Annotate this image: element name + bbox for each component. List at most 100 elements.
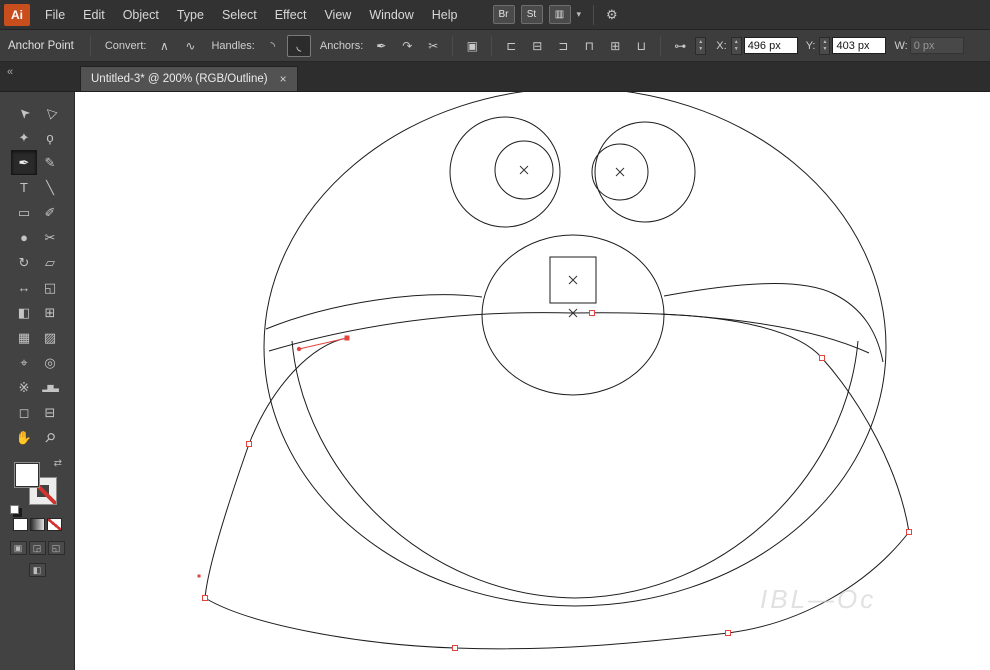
separator: [491, 35, 493, 56]
anchor-point-size-button[interactable]: ⊶: [668, 35, 692, 57]
draw-inside-button[interactable]: ◱: [47, 541, 65, 555]
rotate-tool[interactable]: ↻: [11, 250, 37, 275]
color-button[interactable]: [12, 518, 28, 531]
symbol-sprayer-tool[interactable]: ※: [11, 375, 37, 400]
smile-arc[interactable]: [291, 340, 859, 599]
hand-tool[interactable]: ✋: [11, 425, 37, 450]
x-stepper[interactable]: ▲ ▼: [730, 36, 742, 55]
pencil-tool[interactable]: ✎: [37, 150, 63, 175]
cut-path-button[interactable]: ✂: [421, 35, 445, 57]
connect-anchors-button[interactable]: ↷: [395, 35, 419, 57]
align-horizontal-right-button[interactable]: ⊐: [551, 35, 575, 57]
pen-tool[interactable]: ✒: [11, 150, 37, 175]
column-graph-tool[interactable]: ▂▆▃: [37, 375, 63, 400]
line-segment-tool[interactable]: ╲: [37, 175, 63, 200]
convert-to-smooth-button[interactable]: ∿: [178, 35, 202, 57]
chevron-down-icon[interactable]: ▾: [577, 9, 582, 20]
menu-select[interactable]: Select: [213, 0, 266, 30]
perspective-grid-tool[interactable]: ⊞: [37, 300, 63, 325]
screen-mode-button[interactable]: ◧: [28, 563, 46, 577]
y-position-field[interactable]: [832, 37, 887, 54]
close-icon[interactable]: ×: [280, 72, 287, 86]
slice-tool[interactable]: ⊟: [37, 400, 63, 425]
collapse-panel-icon[interactable]: «: [7, 66, 13, 78]
menu-type[interactable]: Type: [168, 0, 213, 30]
x-position-field[interactable]: [743, 37, 798, 54]
screen-mode-icon: ◧: [32, 564, 42, 575]
menu-window[interactable]: Window: [360, 0, 422, 30]
nose-outline[interactable]: [481, 234, 665, 396]
anchor-point: [589, 310, 595, 316]
anchor-point: [819, 355, 825, 361]
draw-behind-button[interactable]: ◲: [28, 541, 46, 555]
handles-label: Handles:: [211, 39, 255, 52]
menu-effect[interactable]: Effect: [266, 0, 316, 30]
lasso-tool[interactable]: ϙ: [37, 125, 63, 150]
remove-anchor-icon: ✒: [376, 38, 387, 53]
stock-button[interactable]: St: [520, 5, 543, 24]
align-vertical-middle-button[interactable]: ⊞: [603, 35, 627, 57]
artboard-canvas[interactable]: IBL—Oc: [75, 92, 990, 670]
isolate-selection-button[interactable]: ▣: [460, 35, 484, 57]
artboard-tool[interactable]: ◻: [11, 400, 37, 425]
align-vertical-top-button[interactable]: ⊓: [577, 35, 601, 57]
width-icon: ↔: [17, 280, 31, 295]
remove-anchors-button[interactable]: ✒: [369, 35, 393, 57]
align-vertical-bottom-button[interactable]: ⊔: [629, 35, 653, 57]
rectangle-tool[interactable]: ▭: [11, 200, 37, 225]
width-tool[interactable]: ↔: [11, 275, 37, 300]
gradient-tool[interactable]: ▨: [37, 325, 63, 350]
paintbrush-icon: ✐: [44, 204, 56, 220]
free-transform-tool[interactable]: ◱: [37, 275, 63, 300]
align-horizontal-left-button[interactable]: ⊏: [499, 35, 523, 57]
document-tab-strip: « Untitled-3* @ 200% (RGB/Outline) ×: [0, 62, 990, 92]
blob-brush-tool[interactable]: ●: [11, 225, 37, 250]
menu-file[interactable]: File: [36, 0, 74, 30]
scale-tool[interactable]: ▱: [37, 250, 63, 275]
fill-swatch[interactable]: [14, 462, 40, 488]
shape-builder-icon: ◧: [17, 304, 31, 320]
y-stepper[interactable]: ▲ ▼: [819, 36, 831, 55]
left-eye-outer[interactable]: [449, 116, 561, 228]
menu-object[interactable]: Object: [114, 0, 168, 30]
cs-live-button[interactable]: ⚙: [606, 7, 618, 23]
selection-tool[interactable]: ➤: [11, 100, 37, 125]
tools-panel: ➤ ▷ ✦ ϙ ✒ ✎ T ╲ ▭ ✐ ● ✂ ↻ ▱ ↔ ◱ ◧ ⊞ ▦ ▨: [0, 92, 75, 670]
anchor-point: [452, 645, 458, 651]
head-outline[interactable]: [263, 92, 887, 607]
mouth-line[interactable]: [268, 312, 870, 354]
type-tool[interactable]: T: [11, 175, 37, 200]
zoom-icon: ⚲: [41, 428, 60, 446]
menu-help[interactable]: Help: [423, 0, 467, 30]
gradient-button[interactable]: [29, 518, 45, 531]
document-tab[interactable]: Untitled-3* @ 200% (RGB/Outline) ×: [80, 66, 298, 91]
mesh-tool[interactable]: ▦: [11, 325, 37, 350]
align-center-icon: ⊟: [532, 38, 543, 53]
blend-tool[interactable]: ◎: [37, 350, 63, 375]
draw-behind-icon: ◲: [32, 542, 42, 553]
shape-builder-tool[interactable]: ◧: [11, 300, 37, 325]
magic-wand-tool[interactable]: ✦: [11, 125, 37, 150]
hide-handles-button[interactable]: ◟: [286, 34, 311, 57]
show-handles-button[interactable]: ◝: [261, 35, 285, 57]
convert-to-corner-button[interactable]: ∧: [152, 35, 176, 57]
align-horizontal-center-button[interactable]: ⊟: [525, 35, 549, 57]
default-fill-stroke-icon[interactable]: [10, 505, 19, 514]
paintbrush-tool[interactable]: ✐: [37, 200, 63, 225]
bridge-button[interactable]: Br: [492, 5, 515, 24]
menu-view[interactable]: View: [315, 0, 360, 30]
anchor-point: [246, 441, 252, 447]
point-size-stepper[interactable]: ▲ ▼: [695, 36, 707, 55]
draw-normal-button[interactable]: ▣: [9, 541, 27, 555]
none-button[interactable]: [46, 518, 62, 531]
swap-fill-stroke-icon[interactable]: ⇄: [54, 458, 62, 469]
zoom-tool[interactable]: ⚲: [37, 425, 63, 450]
workspace-switcher-button[interactable]: ▥: [548, 5, 571, 24]
direct-selection-tool[interactable]: ▷: [37, 100, 63, 125]
menu-edit[interactable]: Edit: [74, 0, 114, 30]
right-eye-outer[interactable]: [594, 121, 696, 223]
right-whisker-line[interactable]: [663, 283, 884, 363]
left-whisker-line[interactable]: [265, 294, 483, 330]
eyedropper-tool[interactable]: ⌖: [11, 350, 37, 375]
scissors-tool[interactable]: ✂: [37, 225, 63, 250]
